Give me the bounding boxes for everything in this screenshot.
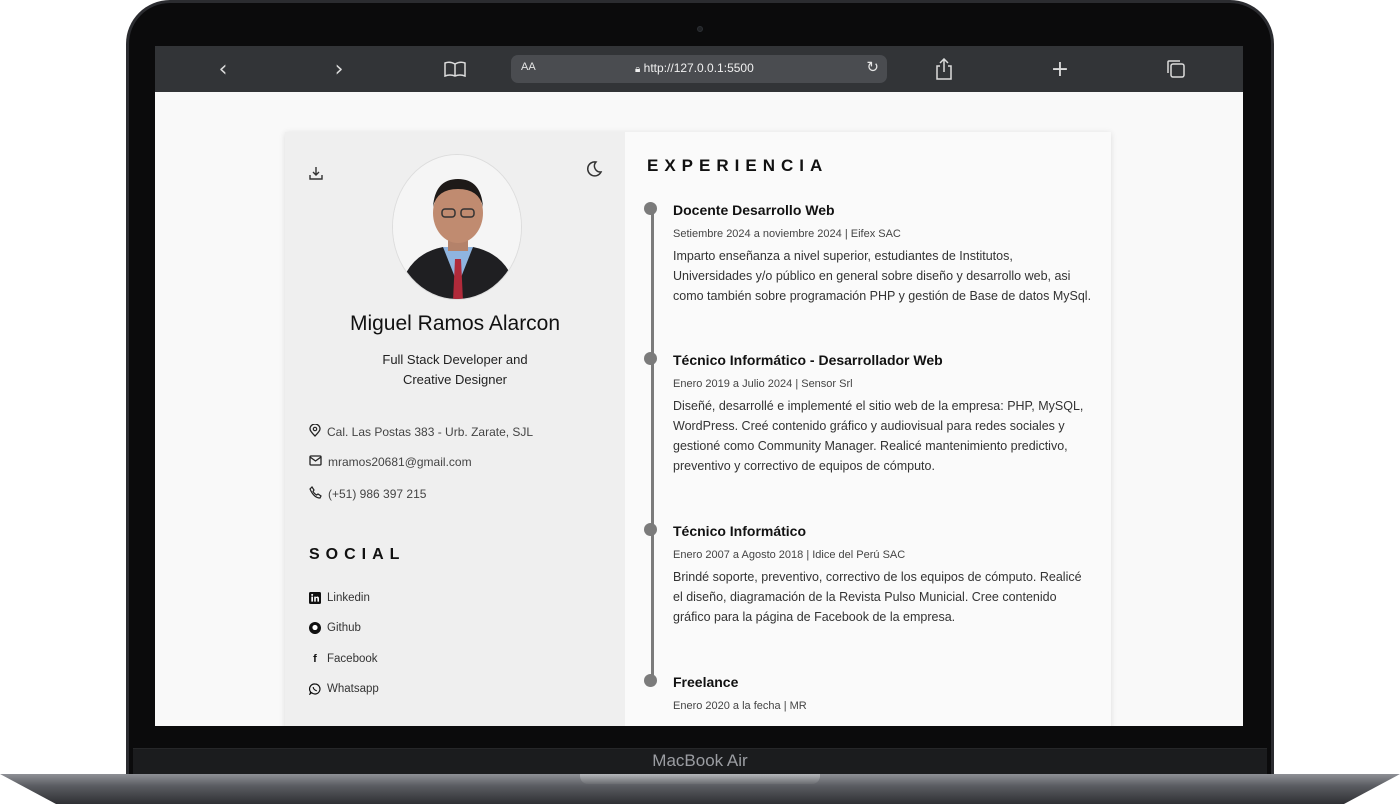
- job-item: Técnico Informático Enero 2007 a Agosto …: [644, 521, 1093, 627]
- avatar: [392, 154, 522, 300]
- job-meta: Setiembre 2024 a noviembre 2024 | Eifex …: [673, 228, 901, 240]
- experience-heading: EXPERIENCIA: [647, 156, 829, 175]
- cv-sidebar: Miguel Ramos Alarcon Full Stack Develope…: [285, 132, 625, 726]
- job-item: Docente Desarrollo Web Setiembre 2024 a …: [644, 200, 1093, 306]
- timeline-dot: [644, 523, 657, 536]
- role-line-2: Creative Designer: [402, 372, 508, 387]
- device-label: MacBook Air: [652, 751, 748, 770]
- contact-address: Cal. Las Postas 383 - Urb. Zarate, SJL: [309, 423, 534, 440]
- facebook-label: Facebook: [327, 653, 378, 665]
- lock-icon: 🔒︎: [635, 64, 641, 75]
- timeline-dot: [644, 674, 657, 687]
- job-meta: Enero 2007 a Agosto 2018 | Idice del Per…: [673, 549, 906, 561]
- github-label: Github: [327, 622, 361, 634]
- social-link-whatsapp[interactable]: Whatsapp: [309, 683, 379, 695]
- forward-icon[interactable]: ›: [329, 56, 349, 82]
- whatsapp-icon: [309, 683, 321, 695]
- timeline-dot: [644, 352, 657, 365]
- linkedin-icon: [309, 592, 321, 604]
- laptop-mockup: ‹ › AA 🔒︎ http://127.0.0.1:5500 ↻ + Migu…: [0, 0, 1400, 804]
- whatsapp-label: Whatsapp: [327, 683, 379, 695]
- share-icon[interactable]: [933, 56, 955, 82]
- tabs-overview-icon[interactable]: [1165, 56, 1187, 82]
- facebook-icon: f: [313, 653, 317, 665]
- reload-icon[interactable]: ↻: [866, 58, 879, 76]
- github-icon: [309, 622, 321, 634]
- address-text: Cal. Las Postas 383 - Urb. Zarate, SJL: [327, 425, 534, 439]
- job-meta: Enero 2020 a la fecha | MR: [673, 700, 807, 712]
- address-bar[interactable]: AA 🔒︎ http://127.0.0.1:5500 ↻: [511, 55, 887, 83]
- email-text: mramos20681@gmail.com: [328, 455, 472, 469]
- job-title: Freelance: [673, 674, 739, 690]
- timeline-dot: [644, 202, 657, 215]
- url-value: http://127.0.0.1:5500: [643, 61, 754, 75]
- timeline-line: [651, 206, 654, 686]
- job-title: Técnico Informático: [673, 523, 807, 539]
- job-description: Brindé soporte, preventivo, correctivo d…: [673, 570, 1082, 624]
- social-link-facebook[interactable]: f Facebook: [309, 653, 378, 665]
- download-icon[interactable]: [309, 166, 323, 184]
- cv-main: EXPERIENCIA Docente Desarrollo Web Setie…: [625, 132, 1111, 726]
- job-meta: Enero 2019 a Julio 2024 | Sensor Srl: [673, 378, 853, 390]
- bookmarks-icon[interactable]: [443, 56, 467, 82]
- social-heading: SOCIAL: [309, 546, 406, 563]
- job-item: Freelance Enero 2020 a la fecha | MR: [644, 672, 1093, 714]
- job-title: Técnico Informático - Desarrollador Web: [673, 352, 943, 368]
- job-description: Imparto enseñanza a nivel superior, estu…: [673, 249, 1092, 303]
- role-line-1: Full Stack Developer and: [382, 352, 528, 367]
- job-description: Diseñé, desarrollé e implementé el sitio…: [673, 399, 1084, 473]
- phone-icon: [309, 486, 322, 502]
- profile-role: Full Stack Developer and Creative Design…: [355, 350, 555, 390]
- phone-text: (+51) 986 397 215: [328, 487, 427, 501]
- reader-aa-button[interactable]: AA: [521, 61, 536, 73]
- camera: [697, 26, 703, 32]
- url-text: 🔒︎ http://127.0.0.1:5500: [635, 61, 754, 75]
- social-link-linkedin[interactable]: Linkedin: [309, 592, 370, 604]
- location-pin-icon: [309, 423, 321, 440]
- job-item: Técnico Informático - Desarrollador Web …: [644, 350, 1093, 476]
- contact-email[interactable]: mramos20681@gmail.com: [309, 455, 472, 469]
- back-icon[interactable]: ‹: [213, 56, 233, 82]
- linkedin-label: Linkedin: [327, 592, 370, 604]
- job-title: Docente Desarrollo Web: [673, 202, 835, 218]
- browser-screen: ‹ › AA 🔒︎ http://127.0.0.1:5500 ↻ + Migu…: [155, 46, 1243, 726]
- cv-card: Miguel Ramos Alarcon Full Stack Develope…: [285, 132, 1111, 726]
- laptop-notch: [580, 774, 820, 784]
- browser-toolbar: ‹ › AA 🔒︎ http://127.0.0.1:5500 ↻ +: [155, 46, 1243, 92]
- new-tab-icon[interactable]: +: [1049, 56, 1071, 82]
- dark-mode-moon-icon[interactable]: [585, 160, 603, 183]
- contact-phone[interactable]: (+51) 986 397 215: [309, 486, 426, 502]
- mail-icon: [309, 455, 322, 469]
- profile-name: Miguel Ramos Alarcon: [349, 312, 561, 335]
- social-link-github[interactable]: Github: [309, 622, 361, 634]
